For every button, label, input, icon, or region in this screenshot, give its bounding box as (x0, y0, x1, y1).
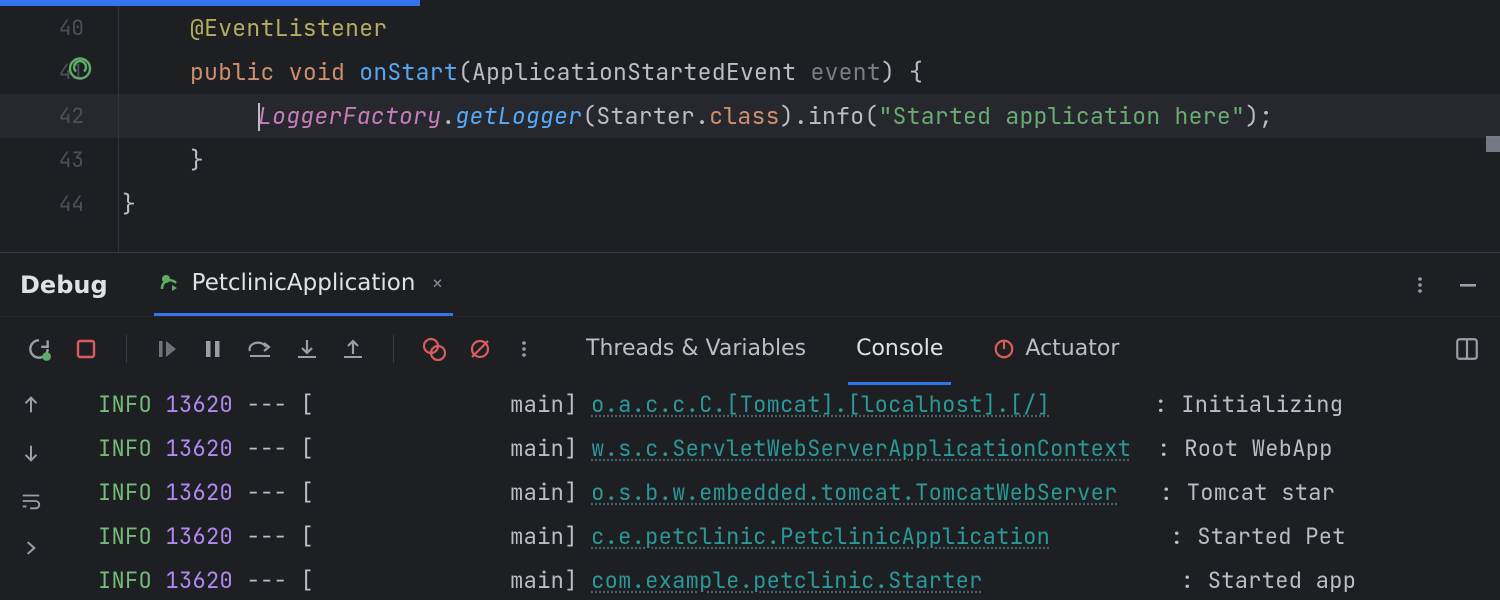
run-config-tab[interactable]: PetclinicApplication × (154, 253, 454, 316)
code-line-41: 41 public void onStart(ApplicationStarte… (0, 50, 1500, 94)
line-number: 43 (0, 147, 102, 174)
code-line-42: 42 LoggerFactory.getLogger(Starter.class… (0, 94, 1500, 138)
log-line: INFO 13620 --- [main] c.e.petclinic.Petc… (66, 514, 1500, 558)
view-breakpoints-icon[interactable] (422, 337, 446, 361)
stop-icon[interactable] (74, 337, 98, 361)
close-icon[interactable]: × (425, 270, 449, 296)
rerun-icon[interactable] (26, 336, 52, 362)
chevron-right-icon[interactable] (21, 538, 41, 558)
tab-actuator[interactable]: Actuator (991, 330, 1121, 367)
line-number: 41 (0, 59, 102, 86)
resume-icon[interactable] (155, 337, 179, 361)
log-line: INFO 13620 --- [main] w.s.c.ServletWebSe… (66, 426, 1500, 470)
code-line-43: 43 } (0, 138, 1500, 182)
console-output[interactable]: INFO 13620 --- [main] o.a.c.c.C.[Tomcat]… (62, 380, 1500, 600)
more-icon[interactable] (514, 339, 534, 359)
scroll-down-icon[interactable] (20, 442, 42, 464)
line-number: 42 (0, 103, 102, 130)
debug-toolbar: Threads & Variables Console Actuator (0, 316, 1500, 380)
step-into-icon[interactable] (295, 337, 319, 361)
recursive-call-icon (68, 57, 92, 88)
line-number: 40 (0, 15, 102, 42)
layout-icon[interactable] (1454, 336, 1480, 362)
step-over-icon[interactable] (247, 337, 273, 361)
run-config-icon (158, 271, 182, 295)
soft-wrap-icon[interactable] (19, 490, 43, 512)
step-out-icon[interactable] (341, 337, 365, 361)
log-line: INFO 13620 --- [main] o.s.b.w.embedded.t… (66, 470, 1500, 514)
line-number: 44 (0, 191, 102, 218)
console-side-toolbar (0, 380, 62, 600)
tab-console[interactable]: Console (854, 330, 945, 367)
debug-panel-header: Debug PetclinicApplication × (0, 252, 1500, 316)
run-config-label: PetclinicApplication (192, 270, 416, 296)
code-line-44: 44 } (0, 182, 1500, 226)
scroll-up-icon[interactable] (20, 394, 42, 416)
code-editor[interactable]: 40 @EventListener 41 public void onStart… (0, 6, 1500, 252)
minimap-marker[interactable] (1486, 136, 1500, 152)
minimize-icon[interactable] (1456, 273, 1480, 297)
tab-threads-variables[interactable]: Threads & Variables (584, 330, 808, 367)
pause-icon[interactable] (201, 337, 225, 361)
log-line: INFO 13620 --- [main] o.a.c.c.C.[Tomcat]… (66, 382, 1500, 426)
mute-breakpoints-icon[interactable] (468, 337, 492, 361)
log-line: INFO 13620 --- [main] com.example.petcli… (66, 558, 1500, 600)
debug-title: Debug (20, 271, 108, 299)
console-panel: INFO 13620 --- [main] o.a.c.c.C.[Tomcat]… (0, 380, 1500, 600)
more-icon[interactable] (1410, 275, 1430, 295)
code-line-40: 40 @EventListener (0, 6, 1500, 50)
